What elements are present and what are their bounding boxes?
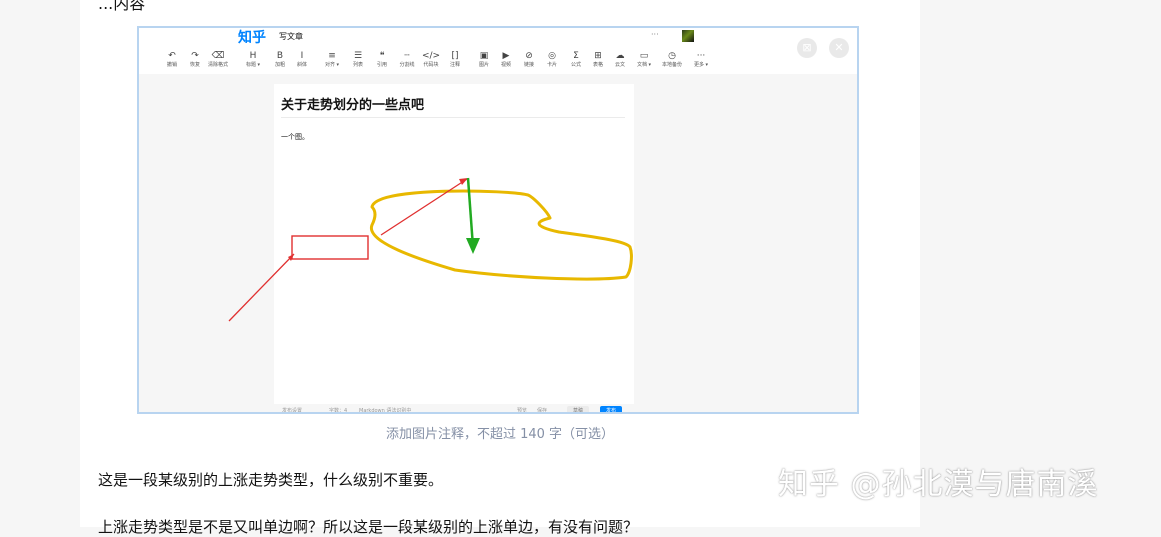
save-link[interactable]: 保存 xyxy=(537,407,547,412)
publish-button[interactable]: 发布 xyxy=(600,406,623,412)
yellow-ellipse-annotation xyxy=(370,189,633,281)
image-caption[interactable]: 添加图片注释，不超过 140 字（可选） xyxy=(80,423,920,442)
watermark: 知乎 @孙北漠与唐南溪 xyxy=(778,467,1099,502)
embedded-screenshot[interactable]: 知乎 写文章 ··· ↶ 撤销 ↷ 恢复 ⌫ 清除格式 H 标题 ▾ B 加粗 I 斜体 ≡ 对齐 ▾ ☰ 列… xyxy=(137,26,859,414)
word-count: 字数：4 xyxy=(329,408,348,414)
markdown-status: Markdown 语法识别中 xyxy=(359,408,412,414)
draft-button[interactable]: 草稿 xyxy=(567,406,590,412)
article-page: ...内容 知乎 写文章 ··· ↶ 撤销 ↷ 恢复 ⌫ 清除格式 H 标题 ▾ B 加粗 I 斜体 ≡… xyxy=(80,0,920,536)
editor-status-bar: 发布设置 字数：4 Markdown 语法识别中 预览 保存 草稿 发布 xyxy=(139,404,857,414)
hand-drawn-annotations xyxy=(228,177,633,322)
red-arrow-lower xyxy=(228,253,295,322)
preview-link[interactable]: 预览 xyxy=(517,407,527,412)
red-box-annotation xyxy=(291,235,369,260)
article-text-fragment: ...内容 xyxy=(98,0,146,13)
article-paragraph: 这是一段某级别的上涨走势类型，什么级别不重要。 xyxy=(98,471,444,489)
green-arrow-head xyxy=(466,238,480,254)
red-arrow-upper xyxy=(380,178,468,236)
publish-settings-link[interactable]: 发布设置 xyxy=(282,407,302,412)
green-arrow xyxy=(466,177,475,248)
